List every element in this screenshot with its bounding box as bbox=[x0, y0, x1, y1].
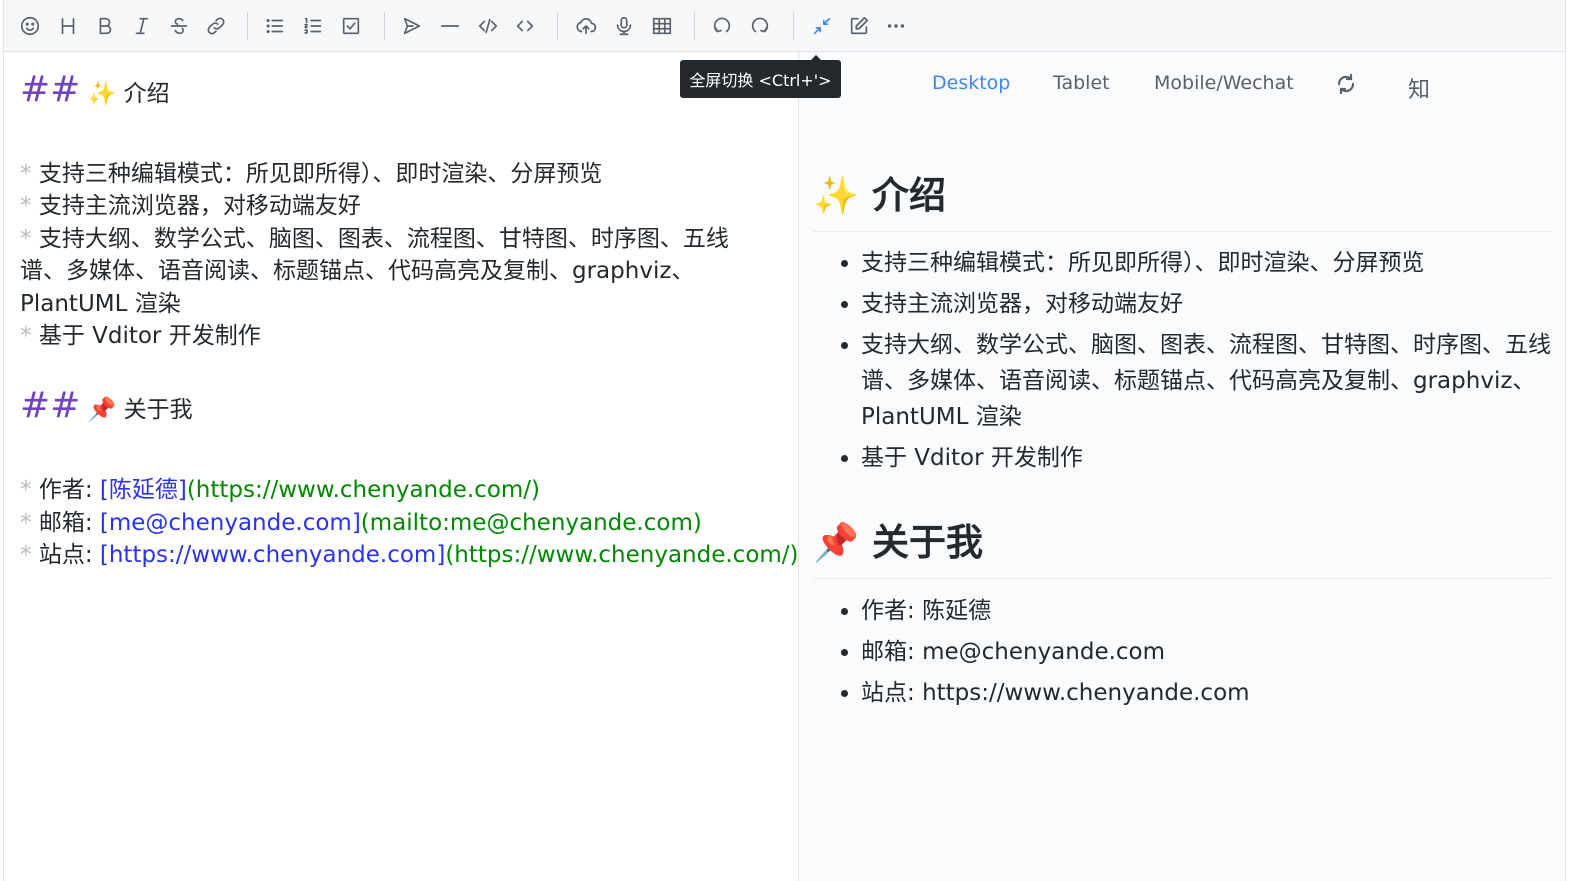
tab-desktop[interactable]: Desktop bbox=[932, 72, 1010, 94]
toolbar-divider bbox=[694, 12, 695, 40]
code-block-icon[interactable] bbox=[473, 10, 503, 42]
list-item: 支持三种编辑模式：所见即所得）、即时渲染、分屏预览 bbox=[861, 245, 1551, 281]
tab-mobile-wechat[interactable]: Mobile/Wechat bbox=[1154, 72, 1294, 94]
toolbar bbox=[4, 0, 1565, 52]
unordered-list-icon[interactable] bbox=[260, 10, 290, 42]
quote-icon[interactable] bbox=[397, 10, 427, 42]
heading-text: 关于我 bbox=[123, 397, 193, 423]
tab-tablet[interactable]: Tablet bbox=[1053, 72, 1110, 94]
link-icon[interactable] bbox=[201, 10, 231, 42]
emoji-icon[interactable] bbox=[15, 10, 45, 42]
editor-list-item: * 支持三种编辑模式：所见即所得）、即时渲染、分屏预览 bbox=[20, 161, 603, 187]
upload-icon[interactable] bbox=[571, 10, 601, 42]
heading-marker: ## bbox=[20, 385, 81, 426]
site-link[interactable]: https://www.chenyande.com bbox=[922, 680, 1250, 706]
editor-list-item: * 支持主流浏览器，对移动端友好 bbox=[20, 193, 361, 219]
editor-list-item: * 基于 Vditor 开发制作 bbox=[20, 323, 261, 349]
heading-text: 介绍 bbox=[871, 174, 946, 217]
preview-feature-list: 支持三种编辑模式：所见即所得）、即时渲染、分屏预览 支持主流浏览器，对移动端友好… bbox=[821, 245, 1551, 481]
heading-text: 介绍 bbox=[123, 81, 170, 107]
zhihu-icon[interactable]: 知 bbox=[1408, 72, 1430, 104]
horizontal-rule-icon[interactable] bbox=[435, 10, 465, 42]
microphone-icon[interactable] bbox=[609, 10, 639, 42]
preview-pane: Desktop Tablet Mobile/Wechat 知 ✨ 介绍 支持三种… bbox=[798, 52, 1565, 881]
checklist-icon[interactable] bbox=[336, 10, 366, 42]
pushpin-icon: 📌 bbox=[87, 397, 117, 423]
list-item: 基于 Vditor 开发制作 bbox=[861, 440, 1551, 476]
list-item: 支持大纲、数学公式、脑图、图表、流程图、甘特图、时序图、五线谱、多媒体、语音阅读… bbox=[861, 327, 1551, 435]
undo-icon[interactable] bbox=[707, 10, 737, 42]
sparkles-icon: ✨ bbox=[87, 81, 117, 107]
sparkles-icon: ✨ bbox=[813, 174, 860, 217]
markdown-editor[interactable]: ## ✨ 介绍 * 支持三种编辑模式：所见即所得）、即时渲染、分屏预览 * 支持… bbox=[4, 52, 799, 881]
more-icon[interactable] bbox=[881, 10, 911, 42]
inline-code-icon[interactable] bbox=[510, 10, 540, 42]
device-tabs: Desktop Tablet Mobile/Wechat 知 bbox=[799, 52, 1564, 115]
email-link[interactable]: me@chenyande.com bbox=[922, 639, 1165, 665]
italic-icon[interactable] bbox=[127, 10, 157, 42]
editor-list-item: * 支持大纲、数学公式、脑图、图表、流程图、甘特图、时序图、五线 bbox=[20, 226, 729, 252]
preview-about-list: 作者: 陈延德 邮箱: me@chenyande.com 站点: https:/… bbox=[821, 593, 1551, 716]
editor-heading-about: ## 📌 关于我 bbox=[20, 388, 193, 426]
redo-icon[interactable] bbox=[745, 10, 775, 42]
preview-heading-intro: ✨ 介绍 bbox=[813, 165, 1550, 232]
toolbar-divider bbox=[793, 12, 794, 40]
heading-marker: ## bbox=[20, 69, 81, 110]
edit-mode-icon[interactable] bbox=[844, 10, 874, 42]
strikethrough-icon[interactable] bbox=[164, 10, 194, 42]
editor-heading-intro: ## ✨ 介绍 bbox=[20, 72, 170, 110]
bold-icon[interactable] bbox=[90, 10, 120, 42]
fullscreen-exit-icon[interactable] bbox=[807, 10, 837, 42]
table-icon[interactable] bbox=[647, 10, 677, 42]
editor-list-item: * 作者: [陈延德](https://www.chenyande.com/) bbox=[20, 477, 541, 503]
editor-list-continuation: 谱、多媒体、语音阅读、标题锚点、代码高亮及复制、graphviz、 bbox=[20, 258, 695, 284]
list-item: 站点: https://www.chenyande.com bbox=[861, 675, 1551, 711]
author-link[interactable]: 陈延德 bbox=[922, 598, 991, 624]
heading-text: 关于我 bbox=[871, 521, 983, 564]
toolbar-divider bbox=[384, 12, 385, 40]
list-item: 邮箱: me@chenyande.com bbox=[861, 634, 1551, 670]
editor-list-item: * 站点: [https://www.chenyande.com](https:… bbox=[20, 542, 799, 568]
editor-list-continuation: PlantUML 渲染 bbox=[20, 291, 181, 317]
toolbar-divider bbox=[247, 12, 248, 40]
pushpin-icon: 📌 bbox=[813, 521, 860, 564]
fullscreen-tooltip: 全屏切换 <Ctrl+'> bbox=[680, 55, 841, 98]
refresh-icon[interactable] bbox=[1334, 72, 1358, 101]
preview-heading-about: 📌 关于我 bbox=[813, 512, 1550, 579]
list-item: 支持主流浏览器，对移动端友好 bbox=[861, 286, 1551, 322]
editor-list-item: * 邮箱: [me@chenyande.com](mailto:me@cheny… bbox=[20, 510, 702, 536]
list-item: 作者: 陈延德 bbox=[861, 593, 1551, 629]
ordered-list-icon[interactable] bbox=[298, 10, 328, 42]
heading-icon[interactable] bbox=[53, 10, 83, 42]
toolbar-divider bbox=[557, 12, 558, 40]
